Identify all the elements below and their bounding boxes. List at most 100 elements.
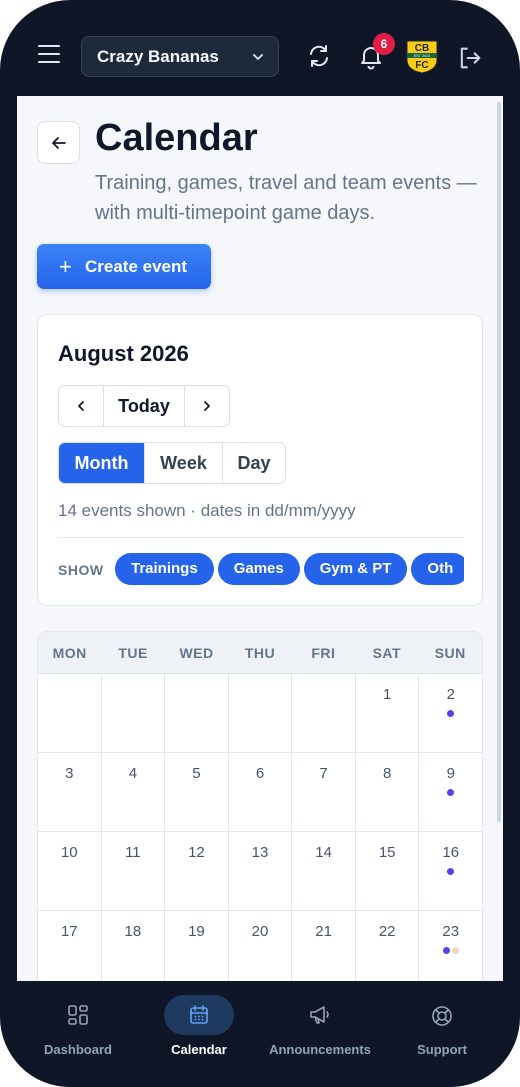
menu-icon[interactable] [38,45,60,65]
day-number [38,674,101,686]
filter-chip-gym-pt[interactable]: Gym & PT [303,553,408,585]
team-selector[interactable]: Crazy Bananas [81,36,279,77]
nav-dashboard[interactable]: Dashboard [23,995,133,1057]
today-button[interactable]: Today [103,386,185,426]
calendar-day-cell[interactable]: 2 [419,674,482,752]
month-calendar-grid: MON TUE WED THU FRI SAT SUN 1 2 3 4 5 6 7 8 9 10 1… [37,631,483,981]
day-number [292,674,355,686]
calendar-day-cell[interactable]: 11 [102,832,166,910]
day-number: 3 [65,765,74,782]
event-indicators [419,788,482,796]
filter-chips: Trainings Games Gym & PT Oth [115,553,464,587]
calendar-day-cell[interactable]: 9 [419,753,482,831]
view-day-button[interactable]: Day [222,443,285,483]
divider [58,537,464,538]
calendar-day-cell[interactable]: 1 [356,674,420,752]
calendar-week-row: 17 18 19 20 21 22 23 [38,911,482,981]
calendar-day-cell[interactable] [38,674,102,752]
nav-support[interactable]: Support [387,995,497,1057]
chevron-down-icon [253,54,263,61]
event-indicators [419,709,482,717]
calendar-day-cell[interactable] [292,674,356,752]
calendar-day-cell[interactable]: 5 [165,753,229,831]
nav-announcements[interactable]: Announcements [265,995,375,1057]
day-number [165,674,228,686]
calendar-day-cell[interactable]: 14 [292,832,356,910]
arrow-left-icon [52,137,66,149]
calendar-day-cell[interactable]: 8 [356,753,420,831]
calendar-day-cell[interactable]: 13 [229,832,293,910]
event-dot [447,868,455,875]
team-name: Crazy Bananas [97,47,219,66]
calendar-day-cell[interactable]: 21 [292,911,356,981]
calendar-day-cell[interactable]: 17 [38,911,102,981]
calendar-day-cell[interactable]: 22 [356,911,420,981]
scrollbar[interactable] [497,102,501,822]
calendar-day-cell[interactable]: 19 [165,911,229,981]
team-crest-logo[interactable]: CB EST. 2023 FC [406,40,438,74]
events-count-info: 14 events shown · dates in dd/mm/yyyy [58,501,356,520]
event-indicators [419,946,482,954]
day-number: 2 [446,686,455,703]
create-event-button[interactable]: + Create event [37,244,211,289]
calendar-day-cell[interactable] [102,674,166,752]
day-number: 15 [378,844,396,861]
calendar-day-cell[interactable]: 12 [165,832,229,910]
day-number: 8 [383,765,392,782]
calendar-day-cell[interactable] [165,674,229,752]
back-button[interactable] [37,121,80,164]
day-number: 4 [128,765,138,782]
day-number: 7 [319,765,328,782]
day-number: 19 [188,923,205,940]
view-month-button[interactable]: Month [59,443,144,483]
calendar-day-cell[interactable]: 7 [292,753,356,831]
logout-icon[interactable] [456,44,481,69]
calendar-day-cell[interactable]: 20 [229,911,293,981]
filter-chip-trainings[interactable]: Trainings [115,553,214,585]
svg-text:EST. 2023: EST. 2023 [414,54,430,58]
weekday-label: MON [52,645,87,661]
nav-label: Dashboard [44,1042,112,1057]
view-week-button[interactable]: Week [144,443,222,483]
plus-icon: + [59,254,72,279]
calendar-icon [164,995,234,1035]
create-event-label: Create event [85,257,188,276]
day-number [102,674,165,686]
day-number: 22 [378,923,396,940]
prev-month-button[interactable] [59,386,103,426]
page-title: Calendar [95,117,258,159]
event-dot [442,947,450,954]
bottom-navigation: Dashboard Calendar Announcements Support [17,981,503,1087]
top-bar: Crazy Bananas 6 CB EST. 2023 FC [0,0,520,96]
calendar-day-cell[interactable]: 15 [356,832,420,910]
event-dot [447,710,455,717]
event-indicators [419,867,482,875]
dashboard-icon [43,995,113,1035]
day-number: 18 [124,923,142,940]
next-month-button[interactable] [185,386,229,426]
calendar-day-cell[interactable] [229,674,293,752]
notification-badge: 6 [373,33,395,55]
day-number: 10 [60,844,78,861]
nav-calendar[interactable]: Calendar [144,995,254,1057]
day-number: 21 [315,923,332,940]
day-number [229,674,292,686]
day-number: 14 [315,844,332,861]
calendar-day-cell[interactable]: 3 [38,753,102,831]
filter-chip-other[interactable]: Oth [411,553,464,585]
calendar-day-cell[interactable]: 10 [38,832,102,910]
weekday-label: WED [179,645,214,661]
calendar-day-cell[interactable]: 4 [102,753,166,831]
calendar-day-cell[interactable]: 6 [229,753,293,831]
chevron-right-icon [204,401,210,411]
day-number: 11 [125,844,141,861]
calendar-day-cell[interactable]: 23 [419,911,482,981]
calendar-day-cell[interactable]: 18 [102,911,166,981]
refresh-icon[interactable] [305,42,333,70]
weekday-label: SAT [372,645,402,661]
filter-chip-games[interactable]: Games [217,553,300,585]
page-subtitle: Training, games, travel and team events … [95,172,477,224]
date-navigation: Today [58,385,230,427]
calendar-day-cell[interactable]: 16 [419,832,482,910]
day-number: 13 [251,844,269,861]
